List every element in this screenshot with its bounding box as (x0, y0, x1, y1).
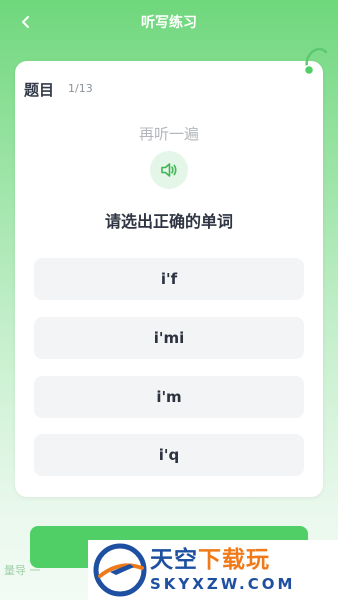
option-3[interactable]: i'm (34, 376, 304, 418)
option-1[interactable]: i'f (34, 258, 304, 300)
chevron-left-icon (22, 16, 29, 28)
question-prompt: 请选出正确的单词 (104, 212, 233, 231)
watermark-logo-icon (93, 543, 147, 597)
question-card: 题目 1/13 再听一遍 请选出正确的单词 i'f i'mi i'm i'q (15, 61, 323, 497)
question-progress: 1/13 (68, 82, 93, 95)
replay-button[interactable]: 再听一遍 (15, 123, 323, 144)
top-bar: 听写练习 (0, 0, 338, 44)
faint-caption: 量导 一 (4, 564, 41, 577)
option-4[interactable]: i'q (34, 434, 304, 476)
watermark-title-orange: 下载玩 (198, 547, 270, 573)
hook-decoration-icon (303, 47, 328, 76)
speaker-icon (161, 163, 177, 177)
watermark-title-blue: 天空 (150, 547, 198, 573)
question-label: 题目 (24, 81, 55, 99)
play-audio-button[interactable] (150, 151, 188, 189)
watermark: 天空下载玩 SKYXZW.COM (88, 540, 338, 600)
watermark-url: SKYXZW.COM (150, 575, 296, 593)
back-button[interactable] (14, 10, 38, 34)
page-title: 听写练习 (141, 15, 197, 31)
watermark-title: 天空下载玩 (150, 546, 295, 574)
option-2[interactable]: i'mi (34, 317, 304, 359)
